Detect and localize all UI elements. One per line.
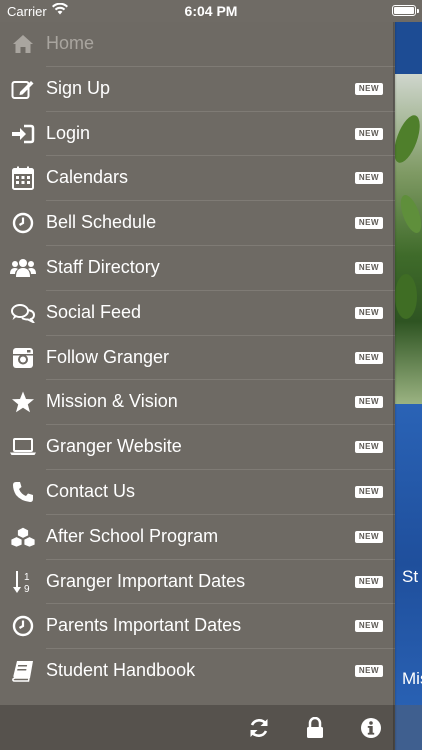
menu-item-mission-vision[interactable]: Mission & Vision NEW [0,380,395,426]
sign-in-icon [10,122,36,146]
status-time: 6:04 PM [184,3,238,19]
menu-item-home[interactable]: Home [0,22,395,67]
menu-item-parents-important-dates[interactable]: Parents Important Dates NEW [0,604,395,650]
menu-item-staff-directory[interactable]: Staff Directory NEW [0,246,395,291]
menu-item-label: Parents Important Dates [46,615,242,636]
new-badge: NEW [354,127,383,140]
comments-icon [10,301,36,325]
new-badge: NEW [354,82,383,95]
status-bar: Carrier 6:04 PM [0,0,422,22]
sort-numeric-icon: 19 [10,570,36,594]
menu-item-label: Contact Us [46,481,136,501]
book-icon [10,659,36,683]
app-header [395,22,422,74]
menu-item-label: Social Feed [46,301,142,322]
school-photo [395,74,422,404]
cubes-icon [10,525,36,549]
info-icon[interactable] [359,716,383,740]
menu-item-label: After School Program [46,525,219,546]
new-badge: NEW [354,665,383,678]
edit-icon [10,77,36,101]
menu-item-contact-us[interactable]: Contact Us NEW [0,470,395,515]
menu-item-login[interactable]: Login NEW [0,112,395,157]
menu-item-social-feed[interactable]: Social Feed NEW [0,291,395,336]
new-badge: NEW [354,530,383,543]
clock-icon [10,614,36,638]
battery-icon [392,5,419,16]
menu-item-sign-up[interactable]: Sign Up NEW [0,67,395,112]
menu-item-granger-important-dates[interactable]: 19 Granger Important Dates NEW [0,560,395,605]
laptop-icon [10,435,36,459]
drawer-shadow [393,22,397,750]
app-bottom-bar [395,705,422,750]
menu-item-label: Granger Website [46,436,182,457]
star-icon [10,390,36,414]
new-badge: NEW [354,396,383,409]
new-badge: NEW [354,486,383,498]
instagram-icon [10,346,36,370]
users-icon [10,256,36,280]
new-badge: NEW [354,217,383,230]
lock-icon[interactable] [303,716,327,740]
new-badge: NEW [354,575,383,588]
new-badge: NEW [354,620,383,633]
clock-icon [10,211,36,235]
menu-item-label: Home [46,33,95,53]
new-badge: NEW [354,262,383,274]
calendar-icon [10,166,36,191]
menu-item-label: Mission & Vision [46,391,178,412]
tile-label: St [402,567,419,586]
side-menu: Home Sign Up NEW Login NEW Calendars NEW… [0,22,395,705]
menu-item-label: Login [46,122,91,143]
refresh-icon[interactable] [247,716,271,740]
menu-item-label: Staff Directory [46,257,160,277]
svg-text:9: 9 [24,584,30,594]
menu-item-label: Sign Up [46,77,111,98]
phone-icon [10,480,36,504]
svg-text:1: 1 [24,572,30,583]
menu-item-after-school-program[interactable]: After School Program NEW [0,515,395,560]
menu-item-label: Student Handbook [46,660,196,681]
menu-item-label: Follow Granger [46,346,170,367]
app-tiles: St Mis [395,404,422,724]
menu-item-label: Bell Schedule [46,212,157,233]
menu-item-calendars[interactable]: Calendars NEW [0,156,395,202]
menu-item-follow-granger[interactable]: Follow Granger NEW [0,336,395,381]
new-badge: NEW [354,306,383,319]
menu-item-granger-website[interactable]: Granger Website NEW [0,425,395,470]
new-badge: NEW [354,172,383,185]
background-app: St Mis [395,0,422,750]
menu-item-label: Calendars [46,167,129,188]
home-icon [10,32,36,56]
tile-label: Mis [402,669,422,688]
menu-item-label: Granger Important Dates [46,570,246,591]
new-badge: NEW [354,351,383,364]
menu-item-student-handbook[interactable]: Student Handbook NEW [0,649,395,694]
menu-footer [0,705,395,750]
menu-item-bell-schedule[interactable]: Bell Schedule NEW [0,201,395,246]
new-badge: NEW [354,441,383,454]
